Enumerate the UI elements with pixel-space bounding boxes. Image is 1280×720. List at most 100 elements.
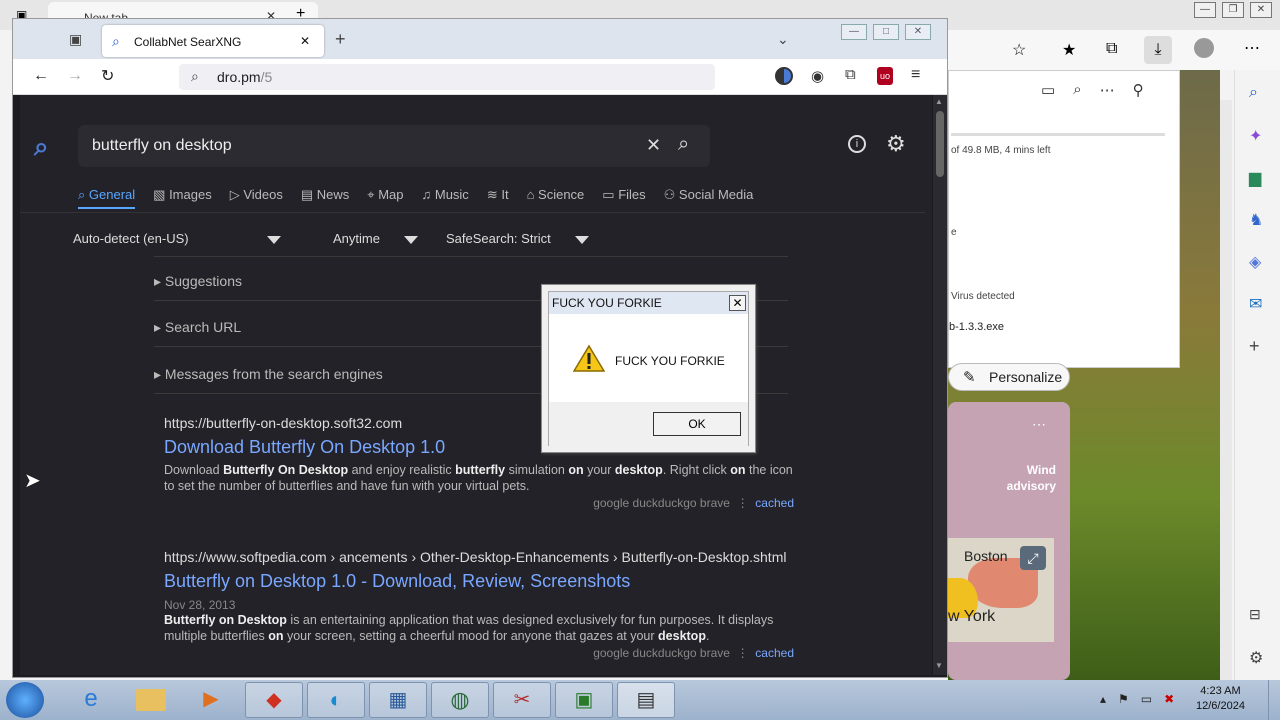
network-icon[interactable]: ▭ [1141,692,1152,706]
favorites-icon[interactable]: ★ [1062,40,1076,60]
weather-map[interactable]: Boston w York ⤢ [948,538,1054,642]
forward-icon[interactable]: → [67,67,83,85]
more-icon[interactable]: ⋯ [1244,38,1260,58]
cached-link[interactable]: cached [755,496,794,510]
time-range-select[interactable]: Anytime [333,231,418,246]
dialog-body: FUCK YOU FORKIE [549,314,748,402]
cached-link[interactable]: cached [755,646,794,660]
personalize-label: Personalize [989,369,1063,385]
tab-files[interactable]: ▭ Files [602,187,645,209]
warning-icon [573,344,605,372]
tool-taskbar-icon[interactable]: ✂ [493,682,551,718]
result-engines: google duckduckgo brave ⋮ cached [593,496,794,510]
close-button[interactable]: ✕ [905,24,931,40]
language-select[interactable]: Auto-detect (en-US) [73,231,281,246]
tab-videos[interactable]: ▷ Videos [230,187,283,209]
media-player-taskbar-icon[interactable]: ▶ [182,682,240,718]
more-icon[interactable]: ⋯ [1032,416,1046,433]
maximize-button[interactable]: □ [873,24,899,40]
clock[interactable]: 4:23 AM 12/6/2024 [1196,684,1245,714]
menu-icon[interactable]: ≡ [911,66,920,84]
back-icon[interactable]: ← [33,67,49,85]
reload-icon[interactable]: ↻ [101,66,114,86]
sidebar-toggle-icon[interactable]: ⊟ [1249,606,1261,623]
tab-images[interactable]: ▧ Images [153,187,212,209]
clear-icon[interactable]: ✕ [646,135,661,156]
divider [20,212,925,213]
expand-icon[interactable]: ⤢ [1020,546,1046,570]
copilot-icon[interactable]: ✦ [1249,126,1262,146]
tab-science[interactable]: ⌂ Science [527,187,585,209]
edge-taskbar-icon[interactable]: ◐ [307,682,365,718]
minimize-button[interactable]: — [841,24,867,40]
m365-icon[interactable]: ◈ [1249,252,1261,272]
tab-it[interactable]: ≋ It [487,187,509,209]
info-icon[interactable]: i [848,135,866,153]
tray-expand-icon[interactable]: ▴ [1100,692,1106,706]
tab-music[interactable]: ♫ Music [421,187,468,209]
pin-icon[interactable]: ⚲ [1133,81,1144,99]
firefox-tab[interactable]: ⌕ CollabNet SearXNG ✕ [102,25,324,57]
download-file[interactable]: b-1.3.3.exe [949,321,1004,333]
task-manager-taskbar-icon[interactable]: ▣ [555,682,613,718]
profile-avatar[interactable] [1194,38,1214,58]
close-button[interactable]: ✕ [1250,2,1272,18]
search-icon[interactable]: ⌕ [1249,84,1258,102]
tab-map[interactable]: ⌖ Map [367,187,403,209]
dialog-close-button[interactable]: ✕ [729,295,746,311]
maximize-button[interactable]: ❐ [1222,2,1244,18]
searxng-logo-icon[interactable]: ⌕ [34,131,49,163]
url-bar[interactable]: ⌕ dro.pm/5 [179,64,715,90]
volume-muted-icon[interactable]: ✖ [1164,692,1174,706]
more-icon[interactable]: ⋯ [1100,81,1115,99]
search-input[interactable]: butterfly on desktop ✕ ⌕ [78,125,710,167]
outlook-icon[interactable]: ✉ [1249,294,1262,314]
search-icon[interactable]: ⌕ [1073,81,1081,99]
app-taskbar-icon[interactable]: ◆ [245,682,303,718]
ublock-icon[interactable]: uo [877,67,893,85]
ie-taskbar-icon[interactable]: e [62,682,120,718]
dialog-taskbar-icon[interactable]: ▤ [617,682,675,718]
tab-general[interactable]: ⌕ General [78,187,136,209]
scroll-down-icon[interactable]: ▼ [935,661,943,670]
account-icon[interactable]: ◉ [811,67,824,85]
extensions-icon[interactable]: ⧉ [845,66,856,83]
ok-button[interactable]: OK [653,412,741,436]
network-taskbar-icon[interactable]: ◍ [431,682,489,718]
minimize-button[interactable]: — [1194,2,1216,18]
add-favorite-icon[interactable]: ☆ [1012,40,1026,60]
explorer-taskbar-icon[interactable] [122,682,180,718]
add-icon[interactable]: + [1249,336,1260,357]
folder-icon[interactable]: ▭ [1041,81,1055,99]
new-tab-icon[interactable]: + [335,29,346,50]
tab-overview-icon[interactable]: ▣ [69,31,82,48]
flag-icon[interactable]: ⚑ [1118,692,1129,706]
start-button[interactable] [6,682,44,718]
show-desktop-button[interactable] [1268,680,1280,720]
weather-alert[interactable]: Wind advisory [992,462,1056,494]
scroll-up-icon[interactable]: ▲ [935,97,943,106]
tools-icon[interactable]: ▆ [1249,168,1261,188]
edge-scrollbar[interactable] [1220,100,1232,680]
scrollbar-thumb[interactable] [936,111,944,177]
collections-icon[interactable]: ⧉ [1106,40,1117,58]
settings-icon[interactable]: ⚙ [1249,648,1263,668]
dark-reader-icon[interactable] [775,67,793,85]
safesearch-select[interactable]: SafeSearch: Strict [446,231,589,246]
page-scrollbar[interactable]: ▲ ▼ [933,95,947,675]
tab-social-media[interactable]: ⚇ Social Media [664,187,754,209]
result-title[interactable]: Butterfly on Desktop 1.0 - Download, Rev… [164,571,794,592]
result-url[interactable]: https://www.softpedia.com › ancements › … [164,549,794,565]
personalize-button[interactable]: ✎ Personalize [948,363,1070,391]
message-dialog: FUCK YOU FORKIE ✕ FUCK YOU FORKIE OK [541,284,756,453]
control-panel-taskbar-icon[interactable]: ▦ [369,682,427,718]
search-icon[interactable]: ⌕ [678,133,689,156]
tab-news[interactable]: ▤ News [301,187,349,209]
settings-icon[interactable]: ⚙ [886,131,906,157]
downloads-icon[interactable]: ⤓ [1144,36,1172,64]
chevron-down-icon[interactable]: ⌄ [777,31,789,48]
close-icon[interactable]: ✕ [300,34,310,48]
mouse-cursor-icon: ➤ [24,470,41,492]
games-icon[interactable]: ♞ [1249,210,1263,230]
edge-toolbar: ☆ ★ ⧉ ⤓ ⋯ [948,30,1280,70]
